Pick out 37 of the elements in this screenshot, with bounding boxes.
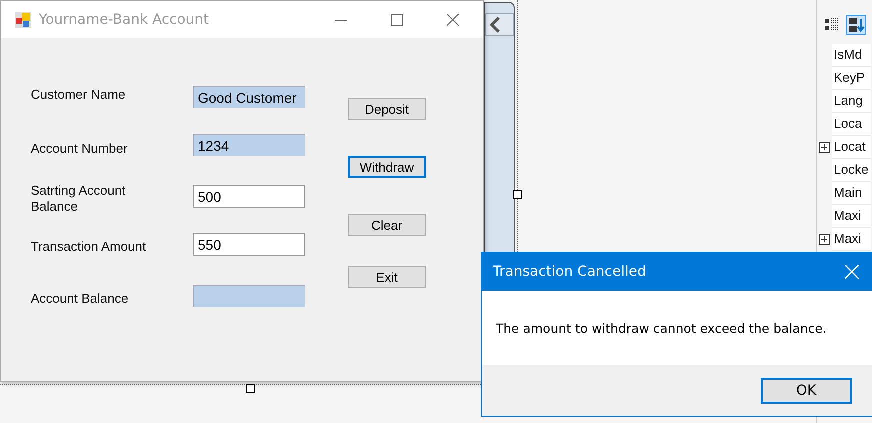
text-field[interactable]: Good Customer xyxy=(193,86,305,108)
window-title: Yourname-Bank Account xyxy=(39,12,210,28)
expand-icon[interactable] xyxy=(819,142,830,153)
resize-handle[interactable] xyxy=(246,384,255,393)
property-name[interactable]: IsMd xyxy=(832,44,871,67)
property-name[interactable]: Locat xyxy=(832,136,871,159)
form-button[interactable]: Exit xyxy=(348,266,426,288)
property-name[interactable]: KeyP xyxy=(832,67,871,90)
chevron-left-icon[interactable] xyxy=(485,13,515,37)
app-icon xyxy=(15,12,31,28)
property-name[interactable]: Maxi xyxy=(832,228,871,251)
text-field[interactable]: 500 xyxy=(193,185,305,208)
ok-button[interactable]: OK xyxy=(761,378,852,404)
sort-alphabetical-icon[interactable] xyxy=(846,15,866,35)
property-name[interactable]: Locke xyxy=(832,159,871,182)
property-name[interactable]: Maxi xyxy=(832,205,871,228)
form-button[interactable]: Deposit xyxy=(348,98,426,120)
expand-icon[interactable] xyxy=(819,234,830,245)
close-icon[interactable] xyxy=(447,14,459,26)
field-label: Transaction Amount xyxy=(31,239,148,255)
field-label: Account Number xyxy=(31,141,129,157)
property-name[interactable]: Lang xyxy=(832,90,871,113)
form-button[interactable]: Clear xyxy=(348,214,426,236)
field-label: Satrting Account Balance xyxy=(31,183,127,215)
dialog-title: Transaction Cancelled xyxy=(493,264,646,280)
text-field[interactable] xyxy=(193,285,305,307)
field-label: Account Balance xyxy=(31,291,130,307)
property-name[interactable]: Loca xyxy=(832,113,871,136)
form-button[interactable]: Withdraw xyxy=(348,156,426,178)
maximize-icon[interactable] xyxy=(391,14,403,26)
text-field[interactable]: 550 xyxy=(193,233,305,256)
field-label: Customer Name xyxy=(31,87,127,103)
categorized-icon[interactable] xyxy=(824,17,840,33)
property-name[interactable]: Main xyxy=(832,182,871,205)
dialog-message: The amount to withdraw cannot exceed the balance. xyxy=(496,320,827,336)
text-field[interactable]: 1234 xyxy=(193,134,305,156)
resize-handle[interactable] xyxy=(513,190,522,199)
